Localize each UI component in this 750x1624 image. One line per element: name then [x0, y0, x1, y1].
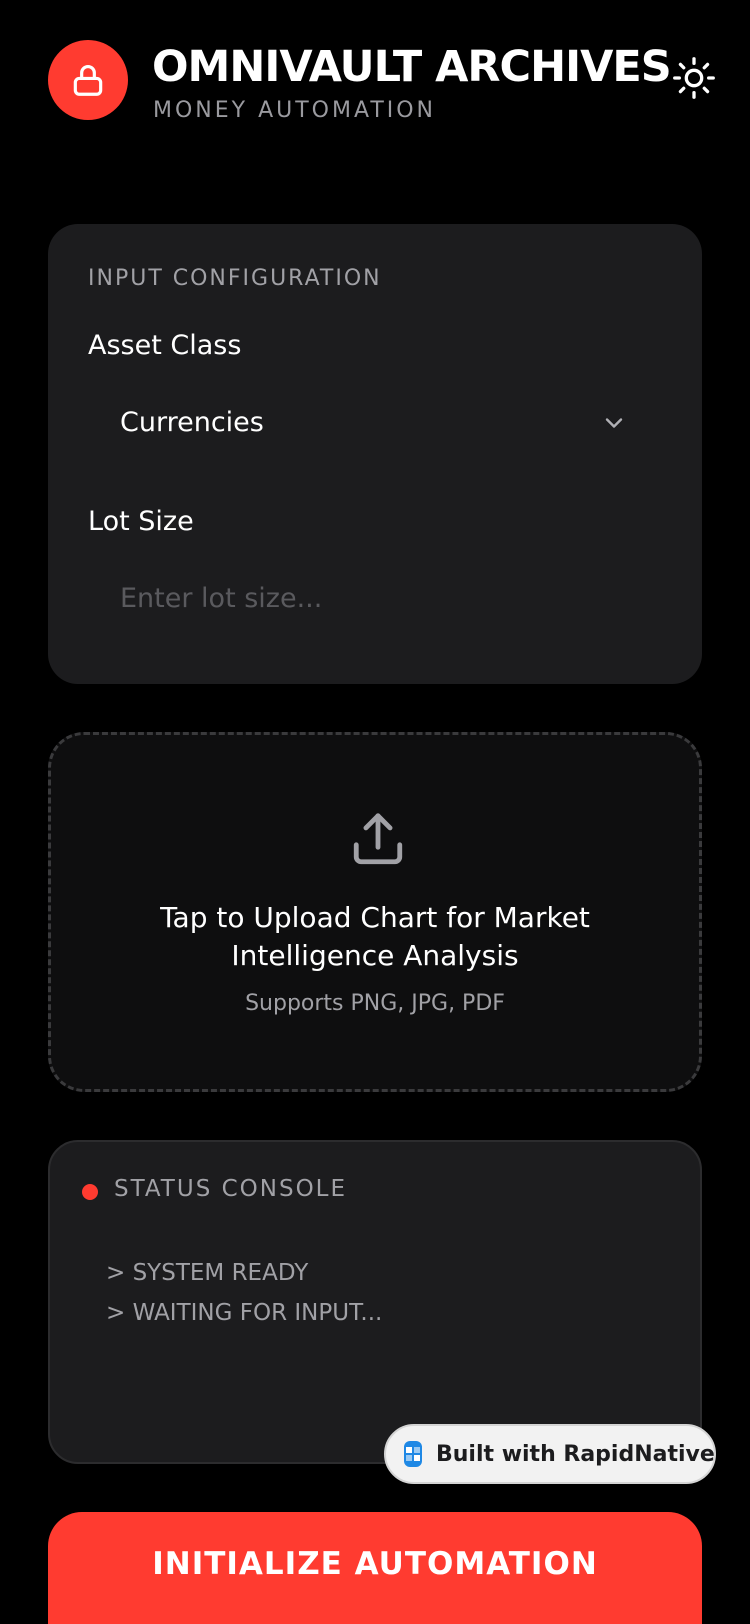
rapidnative-logo-icon: [404, 1441, 422, 1467]
lock-icon: [73, 64, 103, 96]
input-configuration-card: INPUT CONFIGURATION Asset Class Currenci…: [48, 224, 702, 684]
upload-title: Tap to Upload Chart for Market Intellige…: [160, 901, 590, 972]
built-with-label: Built with RapidNative: [436, 1441, 715, 1467]
app-subtitle: MONEY AUTOMATION: [153, 98, 437, 123]
theme-toggle-button[interactable]: [670, 54, 718, 102]
initialize-automation-button[interactable]: INITIALIZE AUTOMATION: [48, 1512, 702, 1624]
asset-class-select[interactable]: Currencies: [88, 384, 662, 460]
lot-size-label: Lot Size: [88, 506, 194, 537]
asset-class-label: Asset Class: [88, 330, 242, 361]
asset-class-value: Currencies: [120, 406, 264, 438]
section-label: INPUT CONFIGURATION: [88, 266, 382, 291]
app-title: OMNIVAULT ARCHIVES: [152, 42, 672, 92]
app-screen: OMNIVAULT ARCHIVES MONEY AUTOMATION INPU…: [0, 0, 750, 1624]
built-with-badge[interactable]: Built with RapidNative: [384, 1424, 716, 1484]
status-console-card: STATUS CONSOLE > SYSTEM READY > WAITING …: [48, 1140, 702, 1464]
sun-icon: [673, 57, 715, 99]
upload-icon: [353, 813, 403, 865]
header: OMNIVAULT ARCHIVES MONEY AUTOMATION: [48, 40, 728, 130]
console-line: > SYSTEM READY: [106, 1260, 309, 1286]
console-title: STATUS CONSOLE: [114, 1176, 348, 1202]
lot-size-input[interactable]: [88, 560, 662, 636]
status-indicator-dot: [82, 1184, 98, 1200]
console-line: > WAITING FOR INPUT...: [106, 1300, 383, 1326]
logo-badge: [48, 40, 128, 120]
chevron-down-icon: [605, 418, 623, 428]
rapidnative-mark-icon: [406, 1447, 420, 1461]
upload-hint: Supports PNG, JPG, PDF: [245, 991, 505, 1016]
chart-upload-zone[interactable]: Tap to Upload Chart for Market Intellige…: [48, 732, 702, 1092]
